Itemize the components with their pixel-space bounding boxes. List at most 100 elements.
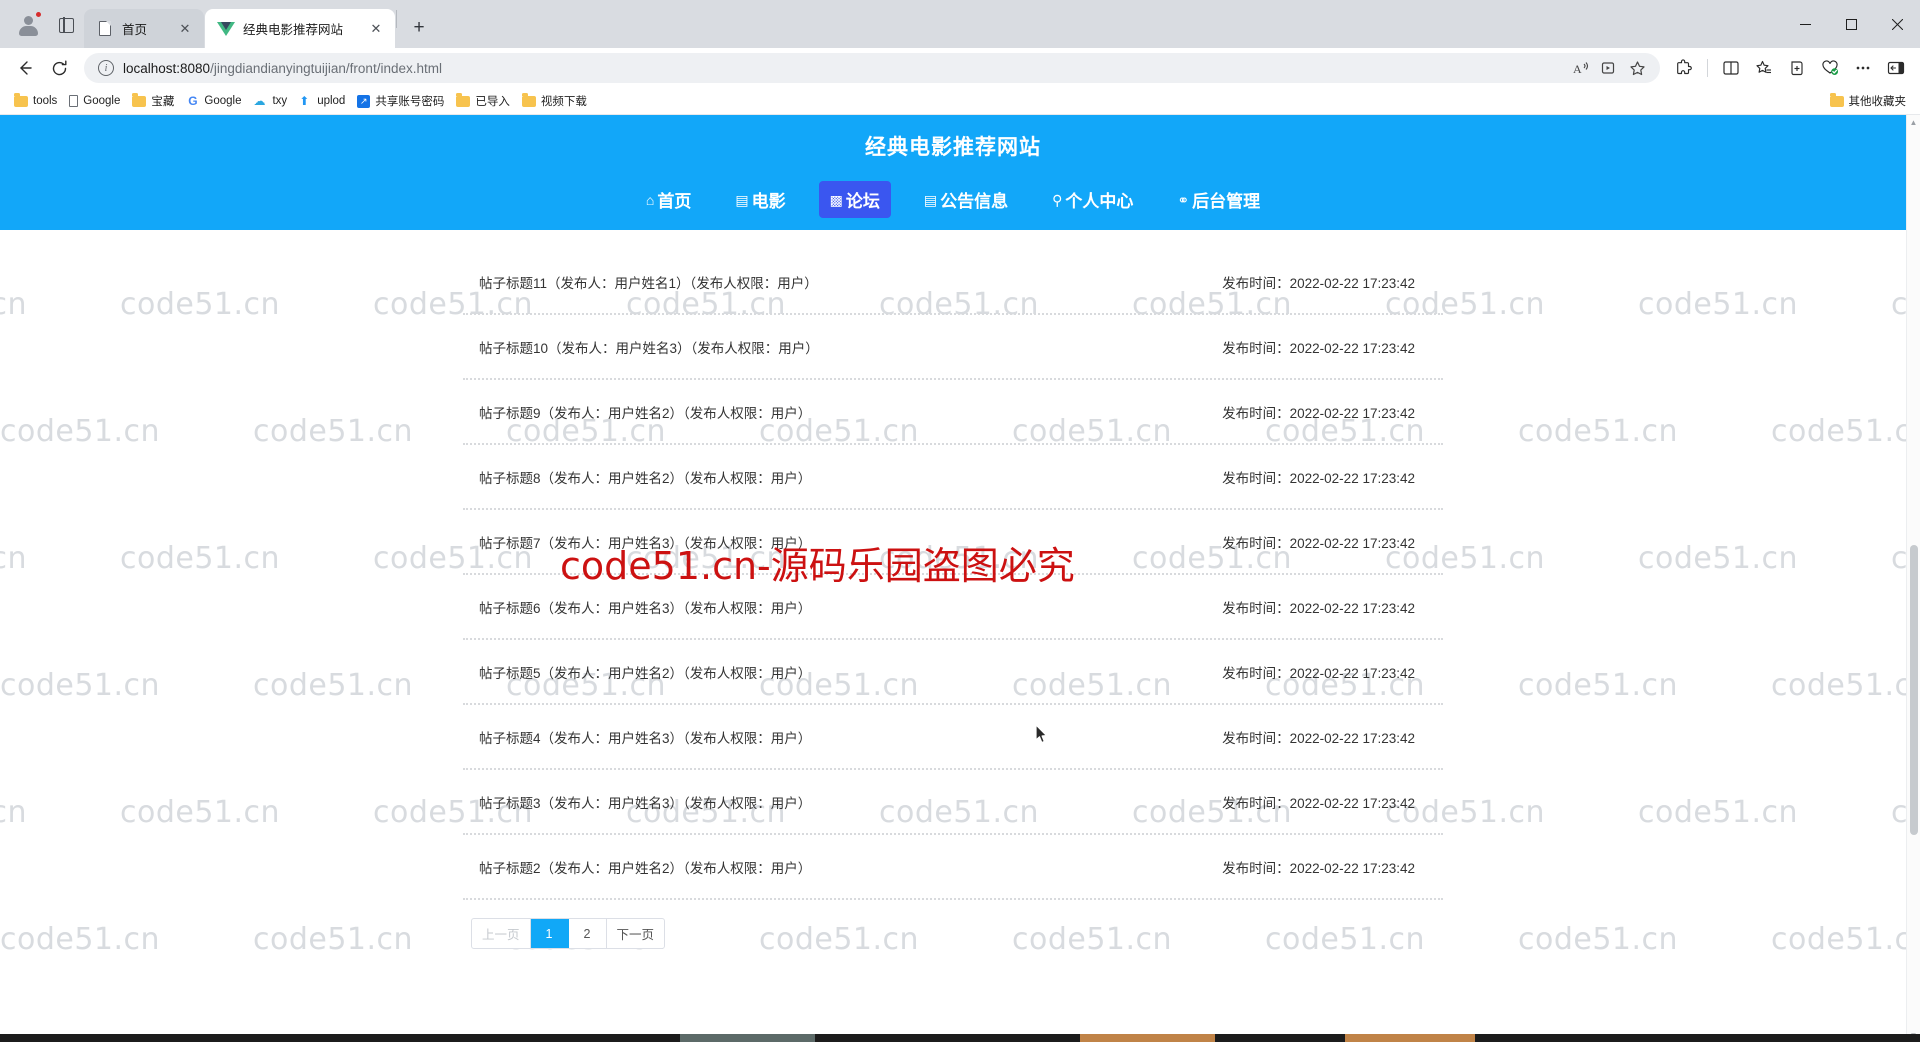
nav-item-profile[interactable]: ⚲ 个人中心 xyxy=(1041,181,1144,218)
post-time: 发布时间：2022-02-22 17:23:42 xyxy=(1222,600,1415,616)
favorites-list-icon[interactable] xyxy=(1748,52,1780,84)
bookmark-google[interactable]: G Google xyxy=(180,93,247,110)
avatar-icon xyxy=(18,15,38,36)
profile-button[interactable] xyxy=(8,5,48,45)
watermark-tile: code51.cn xyxy=(0,541,28,576)
pagination-page-2[interactable]: 2 xyxy=(569,919,607,948)
post-title[interactable]: 帖子标题6（发布人：用户姓名3）（发布人权限：用户） xyxy=(479,597,811,617)
forum-post-row[interactable]: 帖子标题3（发布人：用户姓名3）（发布人权限：用户） 发布时间：2022-02-2… xyxy=(463,770,1443,835)
page-title: 经典电影推荐网站 xyxy=(865,136,1041,159)
page-viewport: code51.cn code51.cn code51.cn code51.cn code… xyxy=(0,115,1920,1042)
post-title[interactable]: 帖子标题2（发布人：用户姓名2）（发布人权限：用户） xyxy=(479,857,811,877)
window-controls xyxy=(1782,0,1920,48)
scroll-up-arrow-icon[interactable]: ▲ xyxy=(1907,115,1920,129)
bookmark-baozang[interactable]: 宝藏 xyxy=(126,91,180,111)
bookmark-imported[interactable]: 已导入 xyxy=(450,91,516,111)
forum-post-row[interactable]: 帖子标题8（发布人：用户姓名2）（发布人权限：用户） 发布时间：2022-02-2… xyxy=(463,445,1443,510)
bookmark-txy[interactable]: ☁ txy xyxy=(247,93,293,109)
watermark-banner: code51.cn-源码乐园盗图必究 xyxy=(560,544,1075,588)
site-info-icon[interactable]: i xyxy=(98,60,114,76)
watermark-tile: code51.cn xyxy=(1638,795,1799,830)
nav-label: 论坛 xyxy=(845,192,880,211)
blue-square-icon: ↗ xyxy=(357,94,371,108)
scrollbar-thumb[interactable] xyxy=(1910,545,1918,835)
nav-label: 公告信息 xyxy=(940,192,1009,211)
forum-post-row[interactable]: 帖子标题11（发布人：用户姓名1）（发布人权限：用户） 发布时间：2022-02-… xyxy=(463,250,1443,315)
forum-post-row[interactable]: 帖子标题5（发布人：用户姓名2）（发布人权限：用户） 发布时间：2022-02-2… xyxy=(463,640,1443,705)
bookmark-uplod[interactable]: ⬆ uplod xyxy=(293,93,351,110)
read-aloud-icon[interactable]: A xyxy=(1568,55,1594,81)
extensions-icon[interactable] xyxy=(1668,52,1700,84)
svg-text:A: A xyxy=(1573,62,1582,76)
watermark-tile: code51.cn xyxy=(0,414,161,449)
watermark-tile: code51.cn xyxy=(120,287,281,322)
bookmark-label: 宝藏 xyxy=(151,96,175,108)
post-title[interactable]: 帖子标题3（发布人：用户姓名3）（发布人权限：用户） xyxy=(479,792,811,812)
bookmark-tools[interactable]: tools xyxy=(8,93,63,109)
forum-post-row[interactable]: 帖子标题4（发布人：用户姓名3）（发布人权限：用户） 发布时间：2022-02-2… xyxy=(463,705,1443,770)
vertical-scrollbar[interactable]: ▲ ▼ xyxy=(1906,115,1920,1042)
browser-essentials-icon[interactable] xyxy=(1814,52,1846,84)
forum-post-row[interactable]: 帖子标题9（发布人：用户姓名2）（发布人权限：用户） 发布时间：2022-02-2… xyxy=(463,380,1443,445)
maximize-button[interactable] xyxy=(1828,0,1874,48)
folder-icon xyxy=(1829,93,1844,107)
bookmark-video-download[interactable]: 视频下载 xyxy=(516,91,593,111)
browser-tab-1[interactable]: 首页 ✕ xyxy=(84,9,204,48)
bookmarks-bar: tools Google 宝藏 G Google ☁ txy ⬆ uplod ↗… xyxy=(0,88,1920,115)
pagination-prev-button[interactable]: 上一页 xyxy=(472,919,531,948)
collections-icon[interactable] xyxy=(1781,52,1813,84)
split-screen-icon[interactable] xyxy=(1715,52,1747,84)
tab-search-button[interactable] xyxy=(48,5,84,45)
tab-title: 首页 xyxy=(122,23,148,37)
watermark-tile: code51.cn xyxy=(120,795,281,830)
minimize-button[interactable] xyxy=(1782,0,1828,48)
nav-item-home[interactable]: ⌂ 首页 xyxy=(635,181,702,218)
watermark-tile: code51.cn xyxy=(1638,287,1799,322)
nav-item-announcements[interactable]: ▤ 公告信息 xyxy=(913,181,1019,218)
post-time: 发布时间：2022-02-22 17:23:42 xyxy=(1222,665,1415,681)
pagination-next-button[interactable]: 下一页 xyxy=(607,919,665,948)
settings-more-icon[interactable] xyxy=(1847,52,1879,84)
forum-post-row[interactable]: 帖子标题10（发布人：用户姓名3）（发布人权限：用户） 发布时间：2022-02-… xyxy=(463,315,1443,380)
favorite-star-icon[interactable] xyxy=(1624,55,1650,81)
bookmark-google-doc[interactable]: Google xyxy=(63,93,126,109)
sidebar-toggle-icon[interactable] xyxy=(1880,52,1912,84)
address-bar[interactable]: i localhost:8080/jingdiandianyingtuijian… xyxy=(84,53,1660,83)
bookmark-shared-accounts[interactable]: ↗ 共享账号密码 xyxy=(351,91,450,111)
reload-button[interactable] xyxy=(42,51,76,85)
tab-divider xyxy=(396,9,397,28)
post-title[interactable]: 帖子标题11（发布人：用户姓名1）（发布人权限：用户） xyxy=(479,272,818,292)
post-title[interactable]: 帖子标题8（发布人：用户姓名2）（发布人权限：用户） xyxy=(479,467,811,487)
folder-icon xyxy=(132,93,147,107)
pagination: 上一页 1 2 下一页 xyxy=(471,918,666,949)
close-button[interactable] xyxy=(1874,0,1920,48)
home-icon: ⌂ xyxy=(645,191,655,208)
post-title[interactable]: 帖子标题5（发布人：用户姓名2）（发布人权限：用户） xyxy=(479,662,811,682)
watermark-tile: code51.cn xyxy=(1518,414,1679,449)
watermark-tile: code51.cn xyxy=(1518,922,1679,957)
forum-post-row[interactable]: 帖子标题2（发布人：用户姓名2）（发布人权限：用户） 发布时间：2022-02-2… xyxy=(463,835,1443,900)
post-time: 发布时间：2022-02-22 17:23:42 xyxy=(1222,730,1415,746)
browser-tab-2[interactable]: 经典电影推荐网站 ✕ xyxy=(205,9,395,48)
nav-item-movies[interactable]: ▤ 电影 xyxy=(724,181,796,218)
nav-item-forum[interactable]: ▩ 论坛 xyxy=(818,181,891,218)
pagination-page-1[interactable]: 1 xyxy=(530,919,569,948)
watermark-tile: code51.cn xyxy=(1771,668,1906,703)
bookmark-label: Google xyxy=(204,95,242,107)
post-title[interactable]: 帖子标题10（发布人：用户姓名3）（发布人权限：用户） xyxy=(479,337,819,357)
browser-window: 首页 ✕ 经典电影推荐网站 ✕ + i localhost:8080 /jing… xyxy=(0,0,1920,1042)
tab-close-icon[interactable]: ✕ xyxy=(365,18,387,40)
watermark-tile: code51.cn xyxy=(0,287,28,322)
nav-item-admin[interactable]: ⚭ 后台管理 xyxy=(1166,181,1271,218)
other-favorites-label: 其他收藏夹 xyxy=(1848,96,1907,108)
new-tab-button[interactable]: + xyxy=(404,13,434,43)
nav-label: 个人中心 xyxy=(1065,192,1134,211)
other-favorites-button[interactable]: 其他收藏夹 xyxy=(1824,91,1913,111)
collections-add-icon[interactable] xyxy=(1596,55,1622,81)
post-title[interactable]: 帖子标题9（发布人：用户姓名2）（发布人权限：用户） xyxy=(479,402,811,422)
post-time: 发布时间：2022-02-22 17:23:42 xyxy=(1222,340,1415,356)
page-content: code51.cn code51.cn code51.cn code51.cn code… xyxy=(0,115,1906,1042)
post-title[interactable]: 帖子标题4（发布人：用户姓名3）（发布人权限：用户） xyxy=(479,727,811,747)
tab-close-icon[interactable]: ✕ xyxy=(174,18,196,40)
back-button[interactable] xyxy=(8,51,42,85)
